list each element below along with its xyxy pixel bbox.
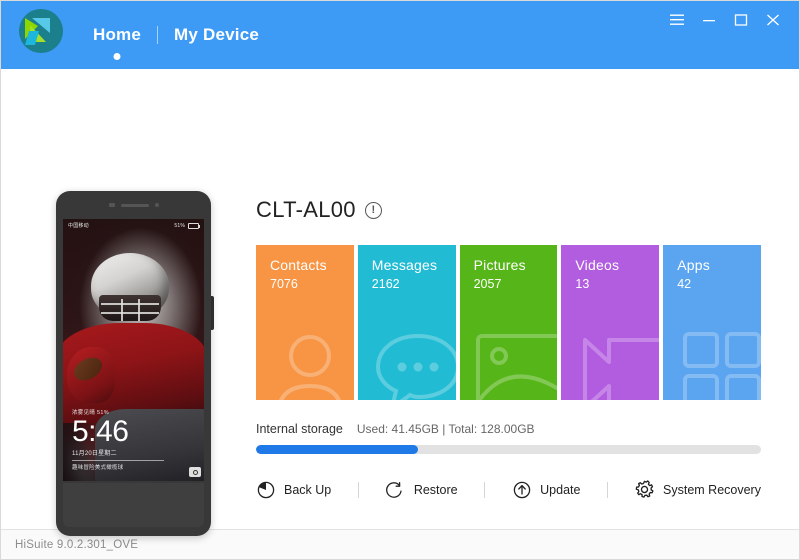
restore-label: Restore: [413, 482, 458, 497]
tile-apps[interactable]: Apps 42: [663, 245, 761, 400]
nav-item-home[interactable]: Home: [79, 21, 155, 60]
nav-item-my-device-label: My Device: [174, 25, 260, 44]
hisuite-logo-icon: [19, 9, 63, 53]
nav-item-my-device[interactable]: My Device: [160, 21, 273, 49]
phone-screen: 中国移动 51% 浓雾见晴 51% 5:46 11月20日星期二 趣味冒险美式橄…: [63, 219, 204, 481]
videos-icon: [575, 324, 660, 400]
phone-earpiece: [56, 203, 211, 207]
update-button[interactable]: Update: [512, 480, 580, 499]
action-bar: Back Up Restore Update System Recovery: [256, 480, 761, 499]
storage-label: Internal storage: [256, 422, 343, 436]
tile-messages[interactable]: Messages 2162: [357, 245, 456, 400]
tile-pictures-count: 2057: [473, 277, 502, 291]
gear-icon: [635, 480, 654, 499]
info-icon[interactable]: !: [364, 201, 382, 219]
close-button[interactable]: [759, 7, 787, 33]
phone-carrier-label: 中国移动: [68, 223, 89, 229]
title-bar: Home My Device: [1, 1, 799, 69]
battery-icon: [188, 222, 200, 229]
tile-messages-label: Messages: [371, 257, 438, 273]
window-controls: [663, 7, 787, 33]
action-divider: [331, 481, 386, 498]
hisuite-window: Home My Device 中国移动 51% 浓雾见晴 51% 5:46 11…: [0, 0, 800, 560]
version-label: HiSuite 9.0.2.301_OVE: [15, 538, 139, 551]
lockscreen-quote: 趣味冒险美式橄榄球: [72, 465, 124, 471]
system-recovery-button[interactable]: System Recovery: [635, 480, 761, 499]
phone-side-button: [211, 296, 214, 330]
device-header: CLT-AL00 !: [256, 197, 761, 223]
lockscreen-divider: [72, 460, 164, 461]
restore-button[interactable]: Restore: [386, 480, 458, 499]
nav-divider: [157, 26, 159, 44]
maximize-icon: [734, 14, 748, 26]
storage-progress-fill: [256, 445, 418, 454]
backup-button[interactable]: Back Up: [256, 480, 331, 499]
tile-pictures-label: Pictures: [473, 257, 526, 273]
minimize-button[interactable]: [695, 7, 723, 33]
phone-status-bar: 中国移动 51%: [63, 219, 204, 232]
tile-videos-label: Videos: [575, 257, 620, 273]
lockscreen-info: 浓雾见晴 51% 5:46 11月20日星期二 趣味冒险美式橄榄球: [72, 408, 195, 471]
storage-detail: Used: 41.45GB | Total: 128.00GB: [356, 422, 535, 436]
maximize-button[interactable]: [727, 7, 755, 33]
lockscreen-date: 11月20日星期二: [72, 451, 117, 457]
backup-clock-icon: [256, 480, 275, 499]
tile-apps-count: 42: [677, 277, 692, 291]
tile-contacts-count: 7076: [270, 277, 298, 291]
backup-label: Back Up: [284, 482, 332, 497]
messages-icon: [372, 324, 456, 400]
tile-pictures[interactable]: Pictures 2057: [459, 245, 558, 400]
contacts-icon: [270, 324, 354, 400]
action-divider: [580, 481, 635, 498]
storage-header: Internal storage Used: 41.45GB | Total: …: [256, 422, 761, 436]
phone-battery-percent: 51%: [174, 222, 185, 229]
main-content: 中国移动 51% 浓雾见晴 51% 5:46 11月20日星期二 趣味冒险美式橄…: [1, 69, 799, 536]
brand-area: Home My Device: [1, 1, 273, 60]
action-divider: [458, 481, 513, 498]
tile-videos[interactable]: Videos 13: [561, 245, 660, 400]
update-up-arrow-circle-icon: [512, 480, 531, 499]
tile-contacts[interactable]: Contacts 7076: [256, 245, 354, 400]
close-icon: [766, 14, 780, 26]
camera-icon: [189, 467, 201, 477]
phone-preview: 中国移动 51% 浓雾见晴 51% 5:46 11月20日星期二 趣味冒险美式橄…: [56, 191, 214, 536]
device-name: CLT-AL00: [256, 197, 356, 222]
restore-circular-arrow-icon: [386, 480, 405, 499]
nav-active-dot: [113, 53, 121, 60]
device-panel: CLT-AL00 ! Contacts 7076 Messages 2162 P…: [256, 197, 761, 499]
pictures-icon: [473, 324, 558, 400]
tile-apps-label: Apps: [677, 257, 710, 273]
minimize-icon: [702, 14, 716, 26]
update-label: Update: [540, 482, 581, 497]
tile-videos-count: 13: [575, 277, 590, 291]
menu-button[interactable]: [663, 7, 691, 33]
system-recovery-label: System Recovery: [663, 482, 761, 497]
main-nav: Home My Device: [79, 13, 273, 60]
apps-icon: [677, 324, 761, 400]
phone-chin: [63, 483, 204, 527]
hamburger-icon: [670, 14, 684, 26]
tile-messages-count: 2162: [371, 277, 400, 291]
storage-progress-bar[interactable]: [256, 445, 761, 454]
lockscreen-time: 5:46: [72, 414, 129, 448]
tile-contacts-label: Contacts: [270, 257, 327, 273]
category-tiles: Contacts 7076 Messages 2162 Pictures 205…: [256, 245, 761, 400]
nav-item-home-label: Home: [93, 25, 142, 44]
